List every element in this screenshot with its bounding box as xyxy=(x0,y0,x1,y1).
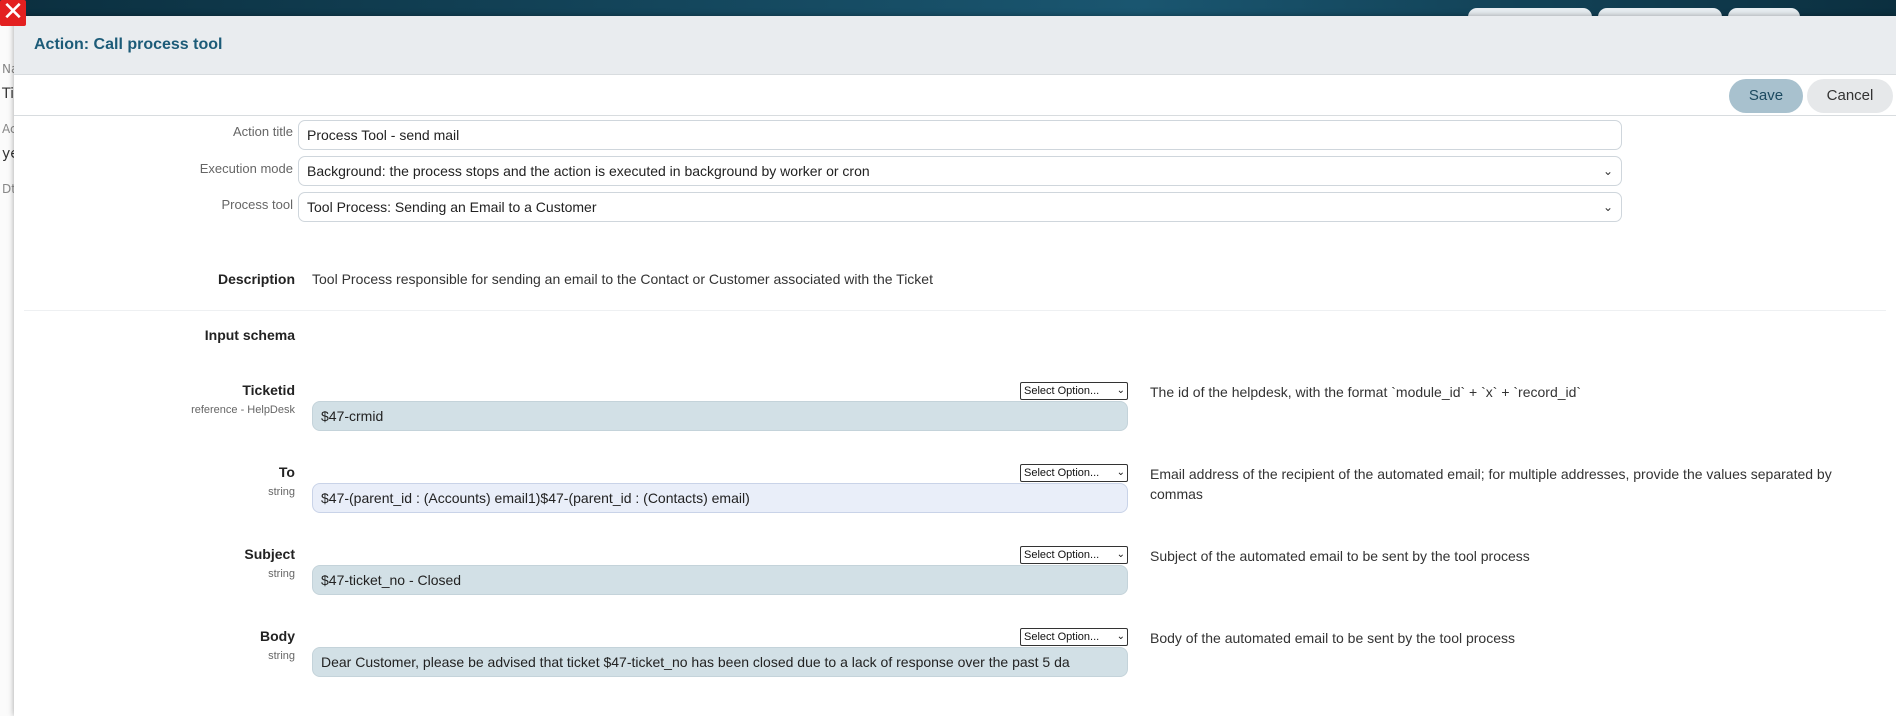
call-process-tool-modal: Action: Call process tool Save Cancel Ac… xyxy=(14,16,1896,716)
param-option-select[interactable]: Select Option... ⌄ xyxy=(1020,464,1128,482)
chevron-down-icon: ⌄ xyxy=(1116,467,1125,478)
param-name: To xyxy=(278,464,295,480)
param-type: reference - HelpDesk xyxy=(191,404,295,416)
chevron-down-icon: ⌄ xyxy=(1602,164,1613,178)
param-option-select[interactable]: Select Option... ⌄ xyxy=(1020,546,1128,564)
param-name: Body xyxy=(260,628,295,644)
param-value-input[interactable]: $47-ticket_no - Closed xyxy=(312,565,1128,595)
cancel-button[interactable]: Cancel xyxy=(1807,79,1893,113)
param-description: The id of the helpdesk, with the format … xyxy=(1150,384,1582,400)
select-placeholder: Select Option... xyxy=(1024,631,1100,643)
modal-toolbar: Save Cancel xyxy=(14,75,1896,116)
divider xyxy=(24,310,1886,311)
execution-mode-select[interactable]: Background: the process stops and the ac… xyxy=(298,156,1622,186)
param-type: string xyxy=(268,486,295,498)
chevron-down-icon: ⌄ xyxy=(1116,549,1125,560)
param-value-input[interactable]: Dear Customer, please be advised that ti… xyxy=(312,647,1128,677)
modal-header: Action: Call process tool xyxy=(14,16,1896,75)
execution-mode-value: Background: the process stops and the ac… xyxy=(307,163,870,179)
param-type: string xyxy=(268,650,295,662)
save-button[interactable]: Save xyxy=(1729,79,1803,113)
process-tool-label: Process tool xyxy=(221,197,293,212)
chevron-down-icon: ⌄ xyxy=(1602,200,1613,214)
param-description: Email address of the recipient of the au… xyxy=(1150,466,1832,502)
select-placeholder: Select Option... xyxy=(1024,385,1100,397)
input-schema-label: Input schema xyxy=(204,327,295,343)
description-label: Description xyxy=(217,271,295,287)
chevron-down-icon: ⌄ xyxy=(1116,385,1125,396)
param-option-select[interactable]: Select Option... ⌄ xyxy=(1020,382,1128,400)
param-option-select[interactable]: Select Option... ⌄ xyxy=(1020,628,1128,646)
background-fragment: Ti xyxy=(2,86,15,102)
chevron-down-icon: ⌄ xyxy=(1116,631,1125,642)
param-name: Ticketid xyxy=(242,382,295,398)
execution-mode-label: Execution mode xyxy=(199,161,293,176)
modal-title: Action: Call process tool xyxy=(34,36,223,53)
description-text: Tool Process responsible for sending an … xyxy=(312,271,933,287)
process-tool-select[interactable]: Tool Process: Sending an Email to a Cust… xyxy=(298,192,1622,222)
param-value-input[interactable]: $47-(parent_id : (Accounts) email1)$47-(… xyxy=(312,483,1128,513)
param-name: Subject xyxy=(244,546,295,562)
param-description: Subject of the automated email to be sen… xyxy=(1150,548,1530,564)
action-title-label: Action title xyxy=(233,124,293,139)
close-icon[interactable]: ✕ xyxy=(0,0,26,26)
select-placeholder: Select Option... xyxy=(1024,467,1100,479)
select-placeholder: Select Option... xyxy=(1024,549,1100,561)
action-title-input[interactable]: Process Tool - send mail xyxy=(298,120,1622,150)
param-type: string xyxy=(268,568,295,580)
param-value-input[interactable]: $47-crmid xyxy=(312,401,1128,431)
process-tool-value: Tool Process: Sending an Email to a Cust… xyxy=(307,199,597,215)
param-description: Body of the automated email to be sent b… xyxy=(1150,630,1515,646)
